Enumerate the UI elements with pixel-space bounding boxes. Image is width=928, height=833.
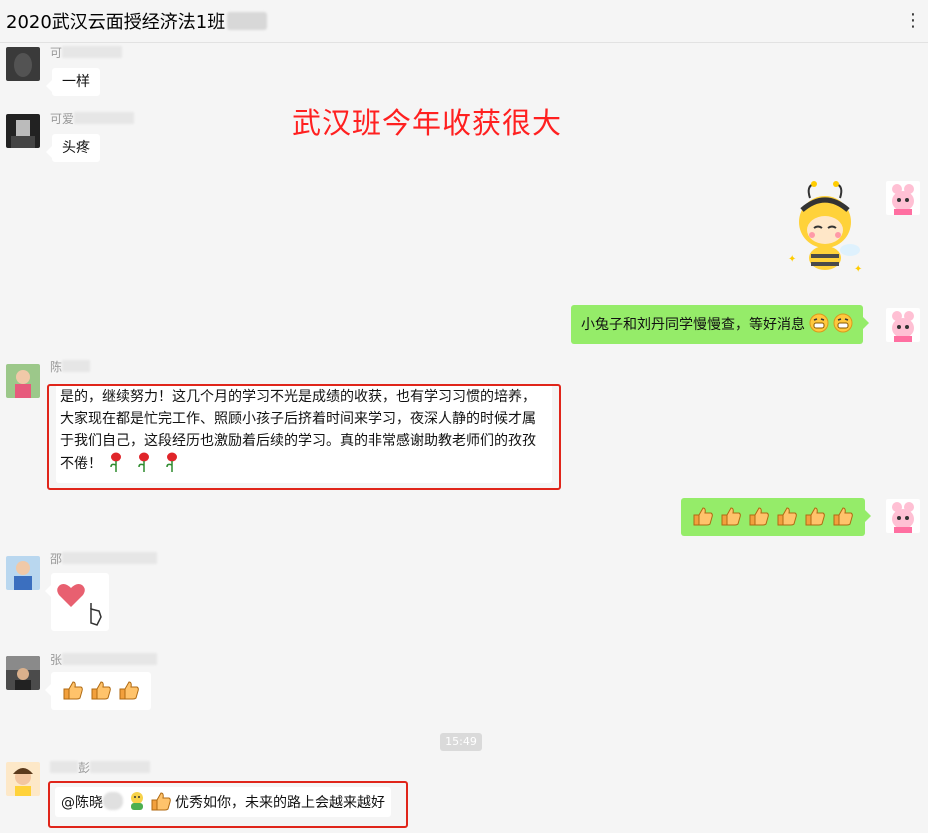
message-bubble[interactable]: 一样 xyxy=(46,68,100,96)
grin-emoji-icon xyxy=(809,313,829,333)
blurred-name xyxy=(62,46,123,58)
svg-text:✦: ✦ xyxy=(854,264,862,275)
sender-name: 张 xyxy=(50,651,158,668)
avatar[interactable] xyxy=(6,47,40,81)
thumbs-up-icon xyxy=(693,507,713,526)
my-avatar[interactable] xyxy=(886,499,920,533)
avatar[interactable] xyxy=(6,556,40,590)
blurred-name xyxy=(62,360,91,372)
avatar[interactable] xyxy=(6,364,40,398)
blurred-name xyxy=(90,761,151,773)
avatar[interactable] xyxy=(6,656,40,690)
thumbs-up-icon xyxy=(805,507,825,526)
bee-sticker[interactable]: ✦ ✦ xyxy=(780,180,870,275)
chat-header: 2020武汉云面授经济法1班 ⋮ xyxy=(0,0,928,43)
highlight-box xyxy=(47,384,561,490)
thumbs-up-icon xyxy=(777,507,797,526)
sender-name: 邵 xyxy=(50,550,158,567)
thumbs-up-icon xyxy=(119,681,139,700)
my-avatar[interactable] xyxy=(886,181,920,215)
heart-sticker[interactable] xyxy=(45,573,109,631)
sender-name: 彭 xyxy=(50,759,151,776)
thumbs-up-icon xyxy=(749,507,769,526)
chat-title-text: 2020武汉云面授经济法1班 xyxy=(6,12,226,33)
sender-name: 可 xyxy=(50,44,123,61)
thumbs-up-icon xyxy=(721,507,741,526)
blurred-title-suffix xyxy=(227,12,268,30)
message-bubble[interactable] xyxy=(45,672,151,710)
grin-emoji-icon xyxy=(833,313,853,333)
time-divider: 15:49 xyxy=(440,733,482,751)
avatar[interactable] xyxy=(6,114,40,148)
annotation-banner: 武汉班今年收获很大 xyxy=(292,106,563,140)
thumbs-up-icon xyxy=(833,507,853,526)
my-avatar[interactable] xyxy=(886,308,920,342)
thumbs-up-icon xyxy=(91,681,111,700)
sender-name: 陈 xyxy=(50,358,91,375)
blurred-name xyxy=(62,552,158,564)
more-options-icon[interactable]: ⋮ xyxy=(904,10,922,31)
blurred-name xyxy=(74,112,135,124)
message-text: 一样 xyxy=(62,74,90,90)
heart-icon xyxy=(57,584,102,626)
svg-text:✦: ✦ xyxy=(788,254,796,265)
highlight-box xyxy=(48,781,408,828)
thumbs-up-icon xyxy=(63,681,83,700)
chat-title: 2020武汉云面授经济法1班 xyxy=(6,8,268,34)
message-bubble[interactable] xyxy=(681,498,871,536)
blurred-name xyxy=(50,761,78,773)
sender-name: 可爱 xyxy=(50,110,135,127)
avatar[interactable] xyxy=(6,762,40,796)
message-text: 头疼 xyxy=(62,140,90,156)
message-bubble[interactable]: 头疼 xyxy=(46,134,100,162)
message-bubble[interactable]: 小兔子和刘丹同学慢慢查，等好消息 xyxy=(571,305,869,344)
blurred-name xyxy=(62,653,158,665)
message-text: 小兔子和刘丹同学慢慢查，等好消息 xyxy=(581,317,805,333)
